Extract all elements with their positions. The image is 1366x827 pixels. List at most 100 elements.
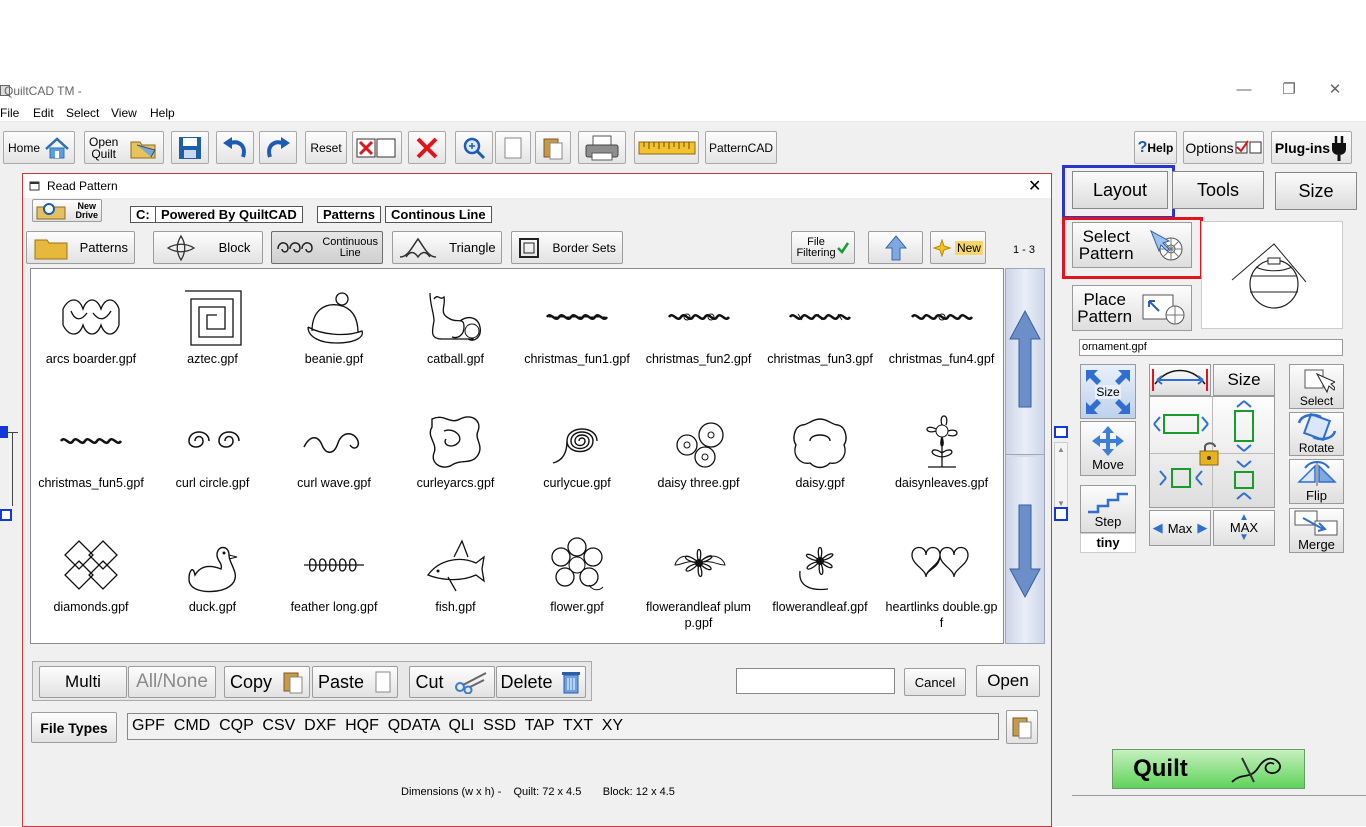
pattern-file-item[interactable]: christmas_fun4.gpf [882,269,1002,391]
copy-button[interactable]: Copy [224,666,310,698]
width-arc-button[interactable] [1149,364,1211,396]
step-size-value[interactable]: tiny [1080,533,1136,553]
all-none-button[interactable]: All/None [128,666,216,698]
tab-size[interactable]: Size [1275,172,1357,210]
pattern-file-item[interactable]: daisynleaves.gpf [882,393,1002,515]
path-powered[interactable]: Powered By QuiltCAD [155,206,303,223]
clear-selection-button[interactable] [352,131,402,164]
rotate-button[interactable]: Rotate [1289,412,1344,456]
multi-button[interactable]: Multi [39,666,127,698]
block-category-button[interactable]: Block [153,231,263,264]
pattern-file-item[interactable]: flowerandleaf plump.gpf [639,517,759,639]
save-button[interactable] [171,131,209,164]
new-folder-button[interactable]: New [930,231,986,264]
copy-tool-button[interactable] [495,131,531,164]
scroll-down-button[interactable] [1006,457,1044,643]
pattern-file-item[interactable]: diamonds.gpf [31,517,151,639]
quilt-button[interactable]: Quilt [1112,749,1305,789]
pattern-file-item[interactable]: curl circle.gpf [153,393,273,515]
undo-button[interactable] [216,131,254,164]
print-button[interactable] [578,131,626,164]
menu-help[interactable]: Help [150,106,175,120]
canvas-handle-2[interactable] [0,509,12,521]
path-patterns[interactable]: Patterns [317,206,382,223]
cancel-button[interactable]: Cancel [904,668,966,696]
size-arrows-button[interactable]: Size [1080,364,1136,419]
menu-file[interactable]: File [0,106,19,120]
pattern-file-item[interactable]: aztec.gpf [153,269,273,391]
pattern-file-item[interactable]: duck.gpf [153,517,273,639]
path-drive[interactable]: C: [130,206,156,223]
pattern-file-item[interactable]: christmas_fun5.gpf [31,393,151,515]
file-filtering-button[interactable]: File Filtering [791,231,855,264]
max-button[interactable]: ◀ Max ▶ [1149,510,1211,546]
scroll-up-button[interactable] [1006,269,1044,455]
select-button[interactable]: Select [1289,364,1344,409]
redo-button[interactable] [259,131,297,164]
menu-edit[interactable]: Edit [33,106,54,120]
checkmark-icon [836,241,849,254]
new-drive-button[interactable]: New Drive [32,199,102,222]
pattern-file-item[interactable]: christmas_fun2.gpf [639,269,759,391]
file-types-paste-button[interactable] [1006,710,1038,744]
flip-button[interactable]: Flip [1289,459,1344,504]
patterncad-button[interactable]: PatternCAD [705,131,777,164]
file-types-field[interactable]: GPF CMD CQP CSV DXF HQF QDATA QLI SSD TA… [127,713,999,740]
pattern-thumbnail-icon [303,433,360,453]
pattern-file-item[interactable]: feather long.gpf [274,517,394,639]
cut-button[interactable]: Cut [409,666,495,698]
menu-view[interactable]: View [111,106,137,120]
triangle-category-button[interactable]: Triangle [392,231,502,264]
pattern-thumbnail-icon [910,313,973,321]
pattern-file-item[interactable]: beanie.gpf [274,269,394,391]
step-button[interactable]: Step [1080,485,1136,533]
open-button[interactable]: Open [976,665,1040,697]
pattern-file-item[interactable]: christmas_fun1.gpf [517,269,637,391]
pattern-file-item[interactable]: curlycue.gpf [517,393,637,515]
place-pattern-button[interactable]: Place Pattern [1072,285,1192,331]
pattern-file-item[interactable]: fish.gpf [396,517,516,639]
border-sets-category-button[interactable]: Border Sets [511,231,623,264]
pattern-thumbnail-icon [428,292,481,341]
dialog-close-button[interactable]: ✕ [1028,176,1041,196]
zoom-button[interactable] [455,131,493,164]
canvas-handle[interactable] [0,426,8,438]
pattern-file-item[interactable]: daisy three.gpf [639,393,759,515]
pattern-file-item[interactable]: flowerandleaf.gpf [760,517,880,639]
filename-input[interactable] [736,668,895,694]
open-quilt-button[interactable]: Open Quilt [84,131,164,164]
up-folder-button[interactable] [868,231,923,264]
pattern-file-item[interactable]: catball.gpf [396,269,516,391]
menu-select[interactable]: Select [66,106,99,120]
read-pattern-dialog: Read Pattern ✕ New Drive C: Powered By Q… [22,173,1052,827]
patterns-category-button[interactable]: Patterns [26,231,135,264]
pattern-file-item[interactable]: flower.gpf [517,517,637,639]
pattern-file-item[interactable]: curl wave.gpf [274,393,394,515]
pattern-file-item[interactable]: heartlinks double.gpf [882,517,1002,639]
tab-tools[interactable]: Tools [1172,171,1264,209]
pattern-file-name: aztec.gpf [187,352,238,366]
grid-scrollbar[interactable] [1005,268,1045,644]
ruler-button[interactable] [634,131,699,164]
reset-button[interactable]: Reset [305,131,347,164]
pattern-file-item[interactable]: arcs boarder.gpf [31,269,151,391]
path-continous-line[interactable]: Continous Line [385,206,492,223]
max-height-button[interactable]: ▲ MAX ▼ [1213,510,1275,546]
paste-tool-button[interactable] [535,131,571,164]
size-button[interactable]: Size [1213,364,1275,396]
pattern-file-item[interactable]: christmas_fun3.gpf [760,269,880,391]
paste-button[interactable]: Paste [312,666,398,698]
continuous-line-category-button[interactable]: Continuous Line [271,231,383,264]
paste-document-icon [375,671,391,693]
file-types-button[interactable]: File Types [31,712,117,743]
delete-file-button[interactable]: Delete [496,666,586,698]
home-button[interactable]: Home [3,131,75,164]
pattern-file-item[interactable]: daisy.gpf [760,393,880,515]
spiral-line-icon [277,241,313,253]
pattern-file-item[interactable]: curleyarcs.gpf [396,393,516,515]
merge-button[interactable]: Merge [1289,508,1344,553]
clipboard-copy-icon [283,672,303,694]
delete-button[interactable] [408,131,446,164]
move-button[interactable]: Move [1080,421,1136,476]
current-file-field[interactable]: ornament.gpf [1079,339,1343,356]
